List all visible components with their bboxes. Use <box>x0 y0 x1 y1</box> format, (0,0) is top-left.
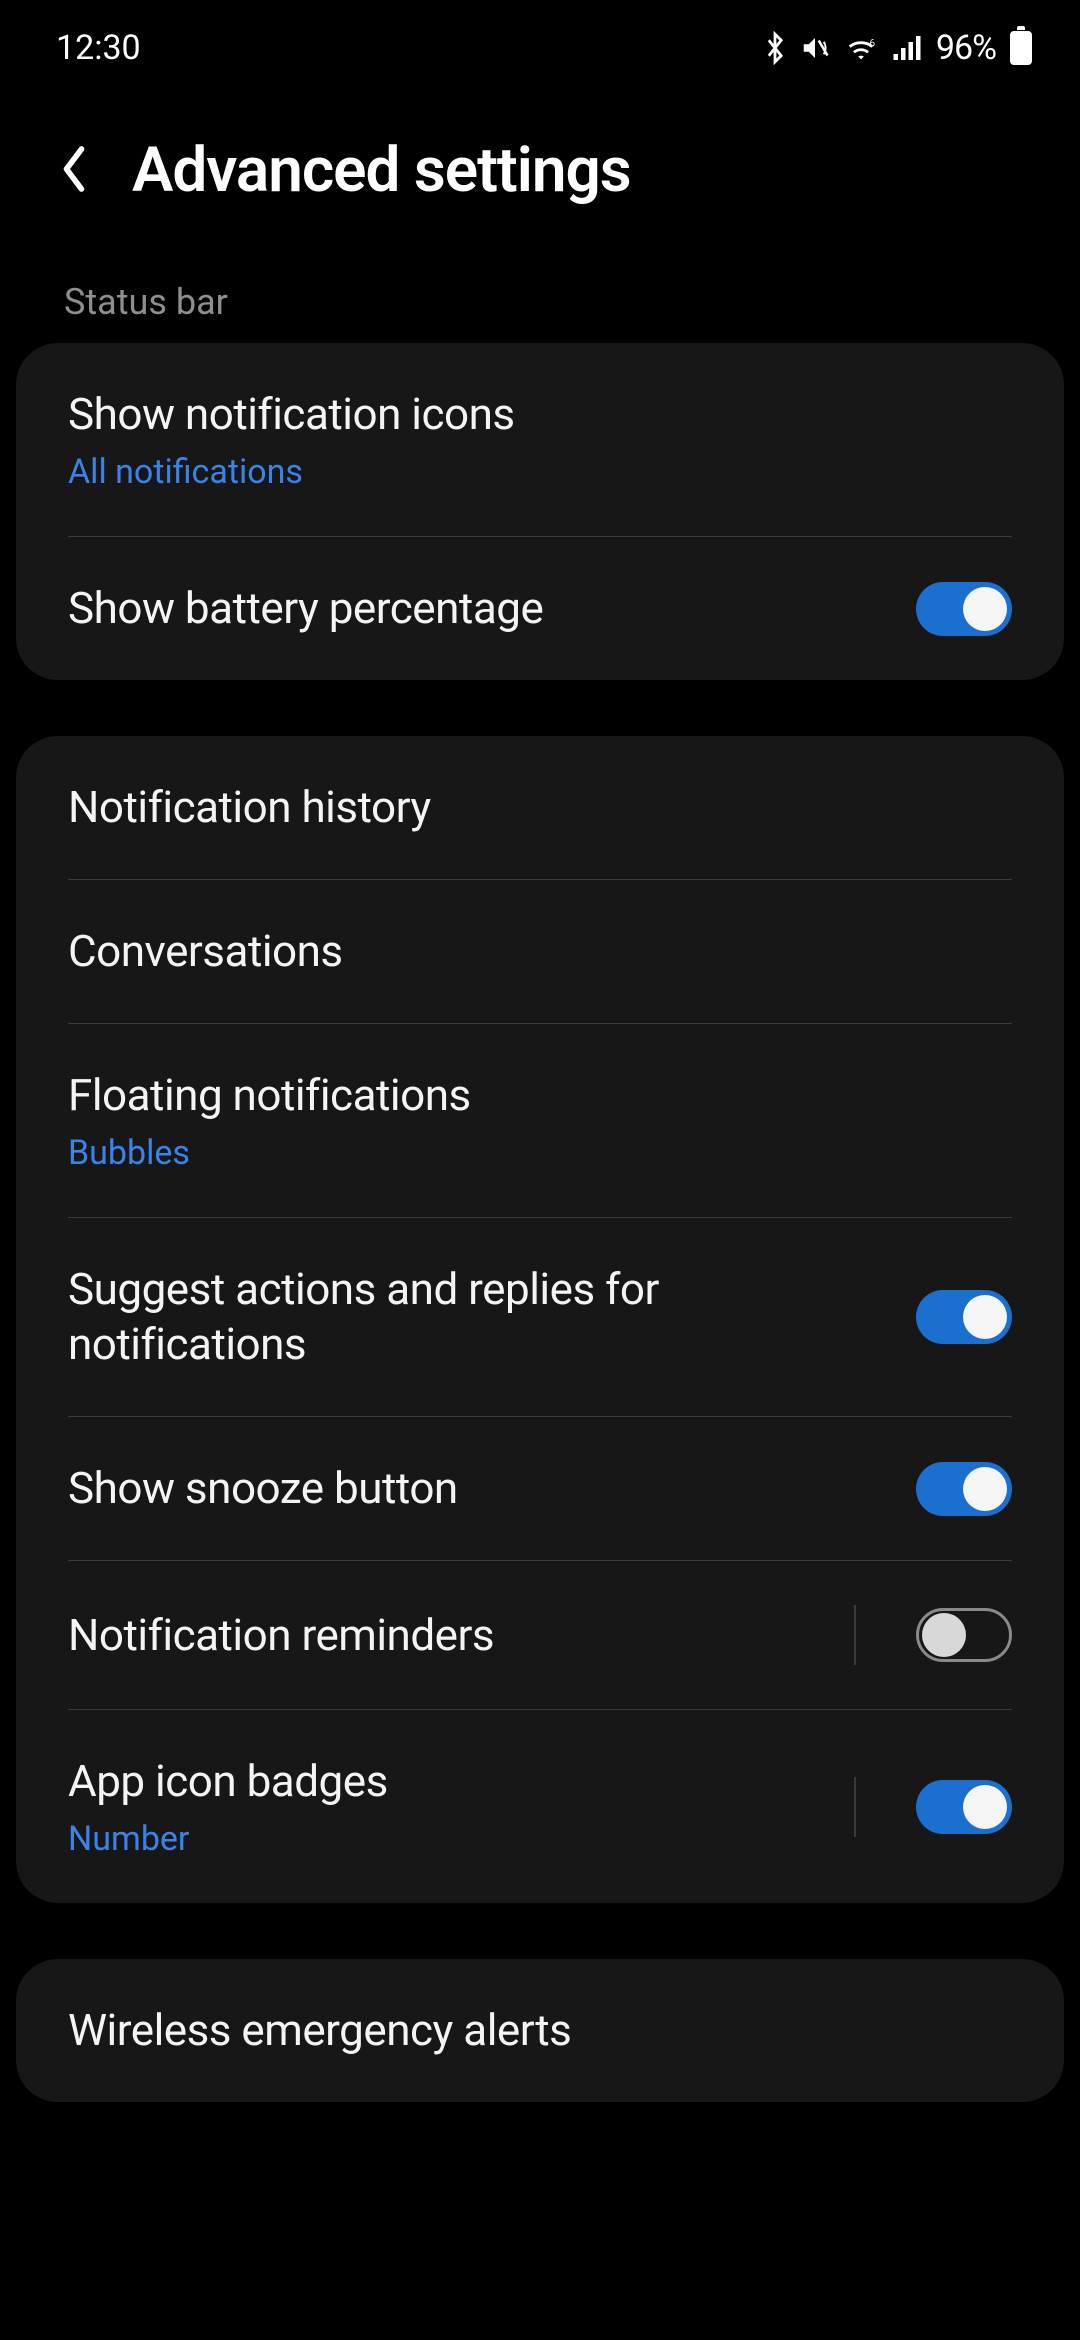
toggle-show-battery-percentage[interactable] <box>916 582 1012 636</box>
toggle-app-icon-badges[interactable] <box>916 1780 1012 1834</box>
row-floating-notifications[interactable]: Floating notifications Bubbles <box>16 1024 1064 1217</box>
row-title: Wireless emergency alerts <box>68 2003 1012 2058</box>
battery-percentage: 96% <box>936 28 996 68</box>
row-notification-history[interactable]: Notification history <box>16 736 1064 879</box>
row-app-icon-badges[interactable]: App icon badges Number <box>16 1710 1064 1903</box>
row-title: Suggest actions and replies for notifica… <box>68 1262 886 1372</box>
svg-text:6: 6 <box>869 39 875 50</box>
row-suggest-actions[interactable]: Suggest actions and replies for notifica… <box>16 1218 1064 1416</box>
row-title: Floating notifications <box>68 1068 1012 1123</box>
row-title: Show notification icons <box>68 387 1012 442</box>
mute-icon <box>800 33 830 63</box>
status-bar: 12:30 6 <box>0 0 1080 94</box>
section-label-statusbar: Status bar <box>0 257 1080 343</box>
bluetooth-icon <box>764 31 786 65</box>
status-time: 12:30 <box>56 28 141 68</box>
page-title: Advanced settings <box>132 134 631 207</box>
row-wireless-emergency-alerts[interactable]: Wireless emergency alerts <box>16 1959 1064 2102</box>
row-subtitle: Bubbles <box>68 1133 1012 1173</box>
row-notification-reminders[interactable]: Notification reminders <box>16 1561 1064 1709</box>
row-title: Show battery percentage <box>68 581 886 636</box>
row-subtitle: Number <box>68 1819 854 1859</box>
row-show-notification-icons[interactable]: Show notification icons All notification… <box>16 343 1064 536</box>
battery-icon <box>1010 31 1032 65</box>
page-header: Advanced settings <box>0 94 1080 257</box>
row-title: Show snooze button <box>68 1461 886 1516</box>
row-conversations[interactable]: Conversations <box>16 880 1064 1023</box>
toggle-separator <box>854 1777 856 1837</box>
row-title: App icon badges <box>68 1754 854 1809</box>
toggle-show-snooze[interactable] <box>916 1462 1012 1516</box>
card-statusbar: Show notification icons All notification… <box>16 343 1064 680</box>
wifi-icon: 6 <box>844 34 878 62</box>
card-notifications: Notification history Conversations Float… <box>16 736 1064 1903</box>
toggle-separator <box>854 1605 856 1665</box>
row-title: Notification reminders <box>68 1608 854 1663</box>
row-show-battery-percentage[interactable]: Show battery percentage <box>16 537 1064 680</box>
status-icons: 6 96% <box>764 28 1032 68</box>
row-show-snooze[interactable]: Show snooze button <box>16 1417 1064 1560</box>
row-title: Conversations <box>68 924 1012 979</box>
signal-icon <box>892 34 922 62</box>
row-title: Notification history <box>68 780 1012 835</box>
back-button[interactable] <box>56 144 92 198</box>
toggle-notification-reminders[interactable] <box>916 1608 1012 1662</box>
card-emergency: Wireless emergency alerts <box>16 1959 1064 2102</box>
row-subtitle: All notifications <box>68 452 1012 492</box>
toggle-suggest-actions[interactable] <box>916 1290 1012 1344</box>
